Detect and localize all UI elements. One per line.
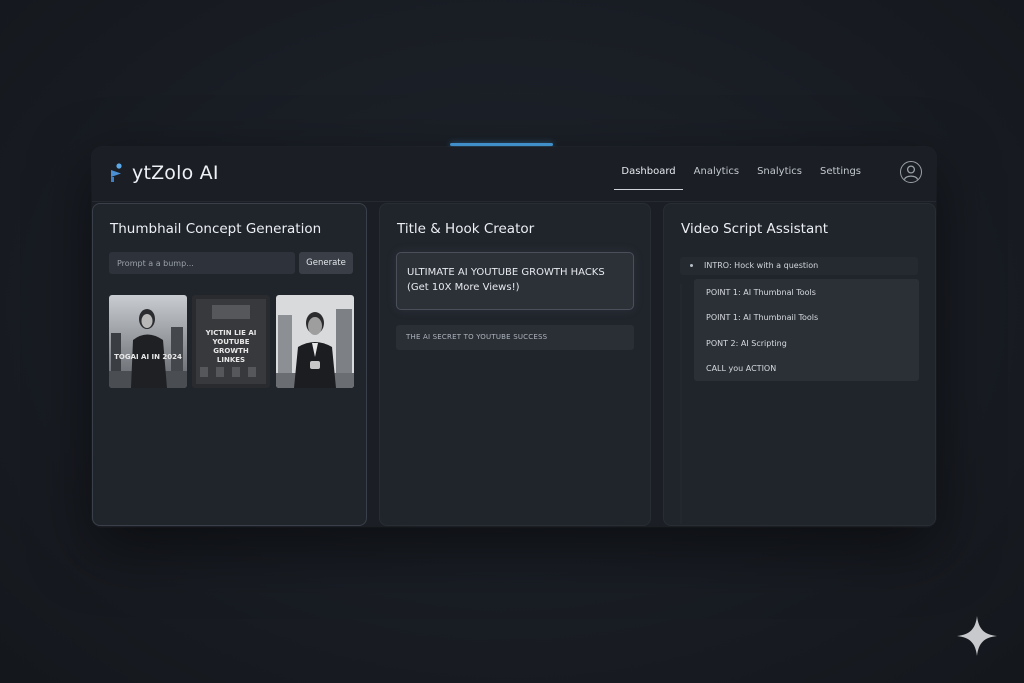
bullet-icon [690,264,693,267]
prompt-input[interactable] [109,252,295,274]
hook-panel: Title & Hook Creator ULTIMATE AI YOUTUBE… [379,203,651,526]
nav-settings[interactable]: Settings [811,165,870,189]
script-item-1[interactable]: POINT 1: AI Thumbnal Tools [706,288,816,297]
nav-analytics[interactable]: Analytics [685,165,748,189]
app-window: ytZolo AI Dashboard Analytics Snalytics … [92,147,936,527]
hook-secondary-item[interactable]: THE AI SECRET TO YOUTUBE SUCCESS [396,325,634,350]
nav-dashboard[interactable]: Dashboard [612,165,684,190]
script-panel: Video Script Assistant INTRO: Hock with … [663,203,936,526]
thumbnail-2[interactable]: YICTIN LIE AI YOUTUBE GROWTH LINKES [192,295,270,388]
script-panel-title: Video Script Assistant [681,221,829,237]
nav-snalytics[interactable]: Snalytics [748,165,811,189]
script-intro-label: INTRO: Hock with a question [704,261,819,270]
script-intro-row[interactable]: INTRO: Hock with a question [680,257,918,275]
app-title: ytZolo AI [132,162,219,184]
hook-primary-line-2: (Get 10X More Views!) [407,282,520,293]
logo-icon [111,163,122,182]
generate-button[interactable]: Generate [299,252,353,274]
sparkle-icon [957,616,997,656]
thumbnail-2-caption: YICTIN LIE AI YOUTUBE GROWTH LINKES [205,329,257,364]
script-item-2[interactable]: POINT 1: AI Thumbnail Tools [706,313,818,322]
main-nav: Dashboard Analytics Snalytics Settings [612,165,870,190]
thumbnail-panel: Thumbhail Concept Generation Generate TO… [92,203,367,526]
top-accent-bar [450,143,553,146]
hook-panel-title: Title & Hook Creator [397,221,535,237]
thumbnail-1[interactable]: TOGAI AI IN 2024 [109,295,187,388]
thumbnail-1-caption: TOGAI AI IN 2024 [114,353,182,361]
hook-primary-line-1: ULTIMATE AI YOUTUBE GROWTH HACKS [407,267,605,278]
app-header: ytZolo AI Dashboard Analytics Snalytics … [92,147,936,202]
hook-primary-card[interactable]: ULTIMATE AI YOUTUBE GROWTH HACKS (Get 10… [396,252,634,310]
script-item-3[interactable]: PONT 2: AI Scripting [706,339,787,348]
script-outline-list: POINT 1: AI Thumbnal Tools POINT 1: AI T… [694,279,919,381]
thumbnail-panel-title: Thumbhail Concept Generation [110,221,322,237]
thumbnail-3[interactable] [276,295,354,388]
script-scroll-track[interactable] [680,284,682,524]
user-avatar-icon[interactable] [900,161,922,183]
script-item-4[interactable]: CALL you ACTION [706,364,776,373]
